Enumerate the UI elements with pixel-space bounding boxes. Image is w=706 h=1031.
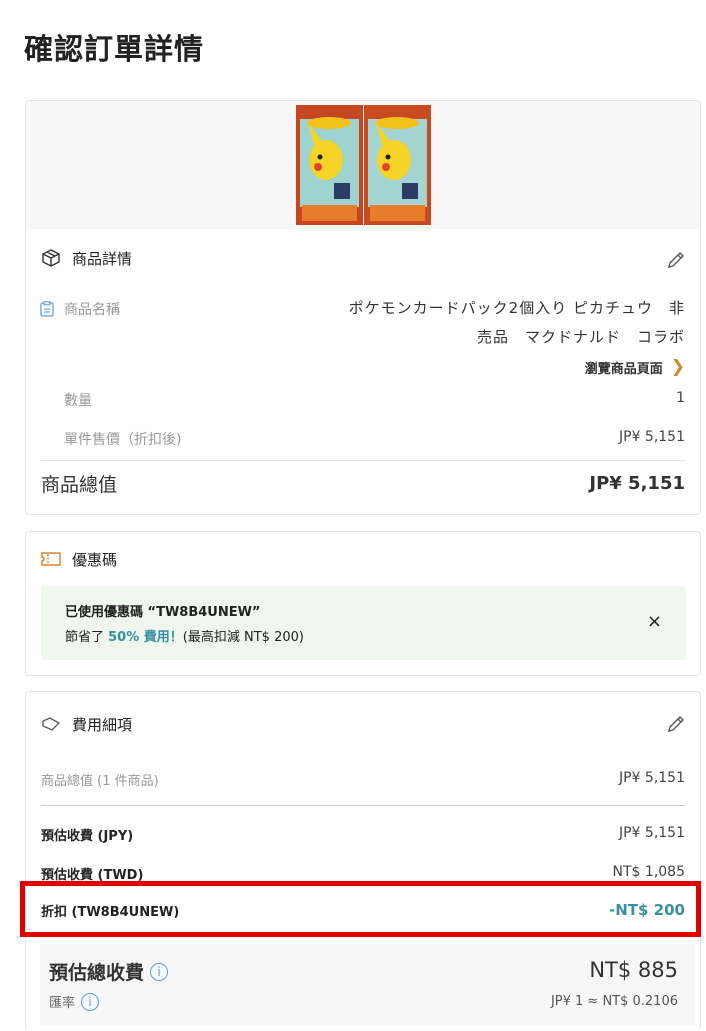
product-total-value: JP¥ 5,151: [589, 473, 685, 494]
fee-est-jpy-row: 預估收費 (JPY) JP¥ 5,151: [41, 825, 685, 844]
product-total-label: 商品總值: [41, 474, 118, 496]
quantity-row: 數量 1: [64, 390, 685, 410]
grand-total-box: 預估總收費 i NT$ 885 匯率 i JP¥ 1 ≈ NT$ 0.2106: [40, 944, 695, 1026]
coupon-savings-prefix: 節省了: [65, 630, 109, 645]
fee-subtotal-label: 商品總值 (1 件商品): [41, 774, 159, 789]
product-name-value: ポケモンカードパック2個入り ピカチュウ 非売品 マクドナルド コラボ: [348, 299, 685, 346]
grand-total-value: NT$ 885: [589, 958, 678, 982]
fee-subtotal-row: 商品總值 (1 件商品) JP¥ 5,151: [41, 770, 685, 789]
coupon-section-title: 優惠碼: [72, 550, 118, 569]
divider: [41, 805, 685, 806]
fee-subtotal-value: JP¥ 5,151: [618, 770, 685, 786]
unit-price-label: 單件售價（折扣後): [64, 432, 182, 448]
discount-highlight-box: [20, 881, 701, 937]
unit-price-value: JP¥ 5,151: [618, 429, 685, 445]
view-product-link-label: 瀏覽商品頁面: [584, 361, 663, 377]
coupon-applied-text: 已使用優惠碼 “TW8B4UNEW”: [65, 605, 261, 620]
fees-section-title: 費用細項: [72, 715, 133, 734]
remove-coupon-close-icon[interactable]: ×: [647, 611, 662, 632]
clipboard-icon: [40, 301, 54, 317]
coupon-savings-suffix: (最高扣減 NT$ 200): [182, 630, 304, 645]
coupon-card: 優惠碼 已使用優惠碼 “TW8B4UNEW” 節省了 50% 費用！(最高扣減 …: [25, 531, 701, 676]
tag-icon: [40, 713, 62, 735]
coupon-savings-text: 節省了 50% 費用！(最高扣減 NT$ 200): [65, 626, 304, 645]
divider: [41, 460, 685, 461]
applied-coupon-box: 已使用優惠碼 “TW8B4UNEW” 節省了 50% 費用！(最高扣減 NT$ …: [41, 586, 686, 660]
info-icon[interactable]: i: [150, 962, 169, 981]
product-card: 商品詳情 商品名稱 ポケモンカードパック2個入り ピカチュウ 非売品 マクドナル…: [25, 100, 701, 515]
fees-section-header: 費用細項: [40, 713, 132, 735]
ticket-icon: [40, 548, 62, 570]
grand-total-label: 預估總收費: [49, 962, 145, 984]
exchange-rate-label-wrap: 匯率 i: [49, 992, 100, 1011]
quantity-value: 1: [676, 390, 685, 406]
box-icon: [40, 247, 62, 269]
product-section-header: 商品詳情: [40, 247, 132, 269]
view-product-link[interactable]: 瀏覽商品頁面 ❯: [585, 357, 685, 377]
fee-est-jpy-label: 預估收費 (JPY): [41, 829, 134, 844]
info-icon[interactable]: i: [81, 992, 100, 1011]
edit-product-pencil-icon[interactable]: [666, 250, 686, 270]
exchange-rate-label: 匯率: [49, 996, 76, 1011]
edit-fees-pencil-icon[interactable]: [666, 714, 686, 734]
product-name-label: 商品名稱: [64, 302, 120, 318]
exchange-rate-value: JP¥ 1 ≈ NT$ 0.2106: [550, 994, 678, 1009]
product-image-strip: [26, 101, 700, 229]
product-total-row: 商品總值 JP¥ 5,151: [41, 470, 685, 497]
coupon-section-header: 優惠碼: [40, 548, 117, 570]
coupon-savings-highlight: 50% 費用！: [108, 630, 183, 645]
product-name-label-wrap: 商品名稱: [40, 299, 120, 319]
page-title: 確認訂單詳情: [24, 32, 205, 66]
quantity-label: 數量: [64, 393, 92, 409]
unit-price-row: 單件售價（折扣後) JP¥ 5,151: [64, 429, 685, 449]
product-section-title: 商品詳情: [72, 249, 133, 268]
grand-total-label-wrap: 預估總收費 i: [49, 958, 169, 985]
product-image[interactable]: [296, 105, 431, 225]
chevron-right-icon: ❯: [670, 357, 685, 377]
fee-est-jpy-value: JP¥ 5,151: [618, 825, 685, 841]
